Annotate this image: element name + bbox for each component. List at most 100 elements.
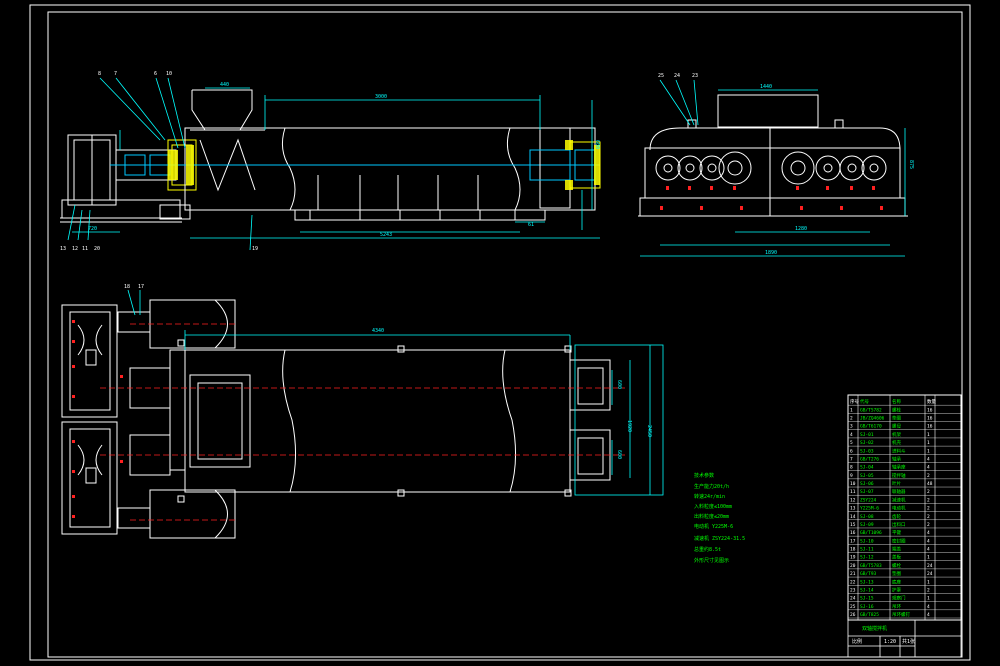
bom-row-cell-3: 4: [927, 465, 930, 471]
dim-left-base: 720: [88, 226, 97, 232]
bom-row-cell-2: 轴承座: [892, 464, 906, 471]
plan-centerlines: [100, 323, 625, 521]
plan-dimensions: [127, 289, 664, 496]
bom-row-cell-0: 7: [850, 456, 853, 462]
bom-row-cell-0: 16: [850, 530, 856, 536]
bom-row-cell-1: Y225M-6: [860, 506, 879, 512]
balloon-11: 11: [82, 246, 88, 252]
bom-row-cell-2: 端盖: [892, 546, 901, 553]
bom-row-cell-0: 9: [850, 473, 853, 479]
bom-row-cell-1: GB/T5783: [860, 563, 882, 569]
bom-row-cell-1: GB/T5782: [860, 407, 882, 413]
bom-row-cell-1: SJ-01: [860, 432, 874, 438]
bom-row-cell-1: SJ-08: [860, 514, 874, 520]
front-dimensions: [67, 77, 600, 251]
bom-rows: 序号 代号 名称 数量1 GB/T5782 螺栓 162 JB/ZQ4606 垫圈 163 GB/T…: [848, 398, 961, 619]
title-block-scale-value: 1:20: [884, 639, 896, 645]
bom-row-cell-2: 出料口: [892, 521, 906, 528]
bom-row-cell-2: 轴承: [892, 455, 901, 462]
bom-row-cell-1: SJ-15: [860, 596, 874, 602]
title-block-name: 双轴搅拌机: [862, 625, 887, 632]
note-line-8: 外形尺寸见图示: [694, 557, 729, 564]
balloon-7: 7: [114, 71, 117, 77]
outer-frame: [29, 4, 971, 661]
bom-row-cell-3: 2: [927, 497, 930, 503]
bom-row-cell-3: 1: [927, 579, 930, 585]
bom-header-cell-2: 名称: [892, 398, 901, 405]
bom-row-cell-2: 机壳: [892, 439, 901, 446]
bom-row-cell-3: 1: [927, 596, 930, 602]
balloon-8: 8: [98, 71, 101, 77]
bom-row-cell-2: 叶片: [892, 480, 901, 487]
bom-row-cell-0: 8: [850, 465, 853, 471]
title-block-scale-label: 比例: [852, 638, 862, 645]
title-block-sheets: 共1张: [902, 638, 915, 645]
bom-row-cell-1: SJ-02: [860, 440, 874, 446]
bom-row-cell-0: 21: [850, 571, 856, 577]
bom-row-cell-3: 1: [927, 448, 930, 454]
bom-row-cell-0: 11: [850, 489, 856, 495]
bom-row-cell-3: 1: [927, 440, 930, 446]
dim-plan-width: 2450: [646, 425, 652, 437]
bom-row-cell-3: 24: [927, 563, 933, 569]
bom-row-cell-2: 进料斗: [892, 447, 906, 454]
balloon-13: 13: [60, 246, 66, 252]
bom-row-cell-2: 平键: [892, 529, 901, 536]
dim-side-width: 1280: [795, 226, 807, 232]
bom-row-cell-2: 垫圈: [892, 570, 901, 577]
bom-row-cell-1: SJ-07: [860, 489, 874, 495]
bom-header-cell-1: 代号: [860, 398, 869, 405]
bom-row-cell-0: 2: [850, 416, 853, 422]
bom-row-cell-0: 1: [850, 407, 853, 413]
bom-row-cell-3: 16: [927, 416, 933, 422]
bom-table: 序号 代号 名称 数量1 GB/T5782 螺栓 162 JB/ZQ4606 垫圈 163 GB/T…: [847, 394, 962, 621]
bom-row-cell-3: 2: [927, 514, 930, 520]
bom-row-cell-3: 4: [927, 538, 930, 544]
front-balloons: 8 7 6 10 13 12 11 20 19: [60, 71, 258, 252]
bom-row-cell-0: 18: [850, 547, 856, 553]
bom-row-cell-3: 4: [927, 456, 930, 462]
dim-base-pad: 61: [528, 222, 534, 228]
balloon-20: 20: [94, 246, 100, 252]
balloon-10: 10: [166, 71, 172, 77]
bom-row-cell-0: 24: [850, 596, 856, 602]
plan-view: [61, 299, 611, 539]
bom-row-cell-0: 4: [850, 432, 853, 438]
bom-row-cell-1: SJ-11: [860, 547, 874, 553]
bom-row-cell-1: GB/T6170: [860, 424, 882, 430]
bom-row-cell-2: 护罩: [892, 586, 901, 593]
dim-hopper-width: 440: [220, 82, 229, 88]
bom-row-cell-0: 13: [850, 506, 856, 512]
balloon-18: 18: [124, 284, 130, 290]
dim-side-overall: 1890: [765, 250, 777, 256]
bom-row-cell-2: 盖板: [892, 554, 901, 561]
bom-row-cell-0: 25: [850, 604, 856, 610]
bom-row-cell-0: 26: [850, 612, 856, 618]
bom-row-cell-2: 机架: [892, 431, 901, 438]
cad-drawing: 440 3000 5243 61 720 600 8 7 6 10 13 12 …: [29, 4, 971, 661]
bom-row-cell-0: 23: [850, 587, 856, 593]
bom-row-cell-2: 齿轮: [892, 513, 901, 520]
bom-row-cell-1: SJ-03: [860, 448, 874, 454]
bom-row-cell-1: SJ-09: [860, 522, 874, 528]
dim-plan-length: 4340: [372, 328, 384, 334]
dim-plan-inner: 1920: [626, 420, 632, 432]
bom-header-cell-3: 数量: [927, 398, 936, 405]
bom-row-cell-3: 2: [927, 489, 930, 495]
plan-balloons: 18 17: [124, 284, 144, 290]
bom-row-cell-2: 螺母: [892, 423, 901, 430]
note-line-1: 生产能力20t/h: [694, 483, 729, 490]
bom-row-cell-3: 4: [927, 530, 930, 536]
bom-row-cell-0: 12: [850, 497, 856, 503]
note-line-6: 减速机 ZSY224-31.5: [694, 535, 745, 542]
bom-row-cell-1: SJ-14: [860, 587, 874, 593]
bom-row-cell-1: SJ-16: [860, 604, 874, 610]
note-line-7: 总重约8.5t: [694, 546, 721, 553]
bom-row-cell-0: 22: [850, 579, 856, 585]
title-block-texts: 双轴搅拌机 比例 1:20 共1张: [852, 625, 915, 645]
bom-row-cell-3: 16: [927, 407, 933, 413]
bom-row-cell-1: ZSY224: [860, 497, 877, 503]
bom-row-cell-3: 24: [927, 571, 933, 577]
bom-row-cell-2: 垫圈: [892, 415, 901, 422]
bom-row-cell-3: 2: [927, 522, 930, 528]
